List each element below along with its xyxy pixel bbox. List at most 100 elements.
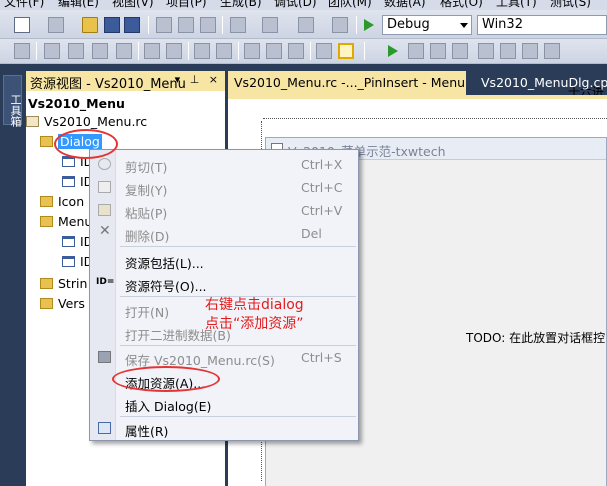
menu-edit[interactable]: 编辑(E) — [58, 0, 99, 10]
menu-item-cut[interactable]: 剪切(T) Ctrl+X — [91, 153, 357, 175]
menu-view[interactable]: 视图(V) — [112, 0, 154, 10]
menu-item-resource-includes[interactable]: 资源包括(L)... — [91, 249, 357, 271]
menu-build[interactable]: 生成(B) — [220, 0, 262, 10]
toolbar-separator — [36, 42, 37, 60]
menu-item-properties[interactable]: 属性(R) — [91, 417, 357, 439]
menu-separator — [120, 246, 356, 247]
resource-view-title: 资源视图 - Vs2010_Menu — [30, 77, 186, 92]
add-item-icon[interactable] — [48, 17, 64, 33]
menu-item-save[interactable]: 保存 Vs2010_Menu.rc(S) Ctrl+S — [91, 346, 357, 368]
space-across-icon[interactable] — [194, 43, 210, 59]
navigate-forward-icon[interactable] — [332, 17, 348, 33]
dialog-editor-toolbar: 十六进 — [0, 39, 607, 99]
folder-icon — [40, 196, 53, 207]
resource-file-icon — [26, 116, 39, 127]
restart-icon[interactable] — [452, 43, 468, 59]
redo-icon[interactable] — [262, 17, 278, 33]
folder-icon — [40, 216, 53, 227]
center-horizontal-icon[interactable] — [166, 43, 182, 59]
toolbar-separator — [364, 42, 365, 60]
toolbar-separator — [188, 42, 189, 60]
align-left-icon[interactable] — [44, 43, 60, 59]
navigate-backward-icon[interactable] — [298, 17, 314, 33]
menu-project[interactable]: 项目(P) — [166, 0, 207, 10]
step-over-icon[interactable] — [522, 43, 538, 59]
menu-data[interactable]: 数据(A) — [384, 0, 426, 10]
solution-platform-value: Win32 — [482, 17, 523, 32]
cut-icon[interactable] — [156, 17, 172, 33]
test-dialog-icon[interactable] — [14, 43, 30, 59]
menu-tools[interactable]: 工具(T) — [496, 0, 537, 10]
toolbar-separator — [222, 16, 223, 34]
copy-icon[interactable] — [178, 17, 194, 33]
new-project-icon[interactable] — [14, 17, 30, 33]
center-vertical-icon[interactable] — [144, 43, 160, 59]
toolbar-separator — [138, 42, 139, 60]
paste-icon — [98, 204, 111, 216]
toolbox-strip: 工具箱 — [0, 65, 25, 486]
step-out-icon[interactable] — [544, 43, 560, 59]
menu-file[interactable]: 文件(F) — [4, 0, 44, 10]
horizontal-ruler[interactable] — [263, 107, 607, 119]
stop-debugging-icon[interactable] — [430, 43, 446, 59]
highlight-oval-dialog — [54, 129, 118, 159]
toolbar-separator — [238, 42, 239, 60]
align-top-icon[interactable] — [92, 43, 108, 59]
menu-item-resource-symbols[interactable]: ID= 资源符号(O)... — [91, 272, 357, 294]
tab-menudlg-cpp[interactable]: Vs2010_MenuDlg.cpp — [475, 71, 607, 95]
scissors-icon — [98, 158, 111, 170]
menu-format[interactable]: 格式(O) — [440, 0, 483, 10]
annotation-note: 右键点击dialog 点击“添加资源” — [205, 296, 304, 334]
menu-item-insert-dialog[interactable]: 插入 Dialog(E) — [91, 392, 357, 414]
resource-symbols-icon: ID= — [96, 277, 115, 287]
menu-resource-icon — [62, 236, 75, 247]
delete-x-icon: ✕ — [99, 223, 111, 239]
todo-static-text[interactable]: TODO: 在此放置对话框控 — [466, 329, 605, 346]
align-bottom-icon[interactable] — [116, 43, 132, 59]
paste-icon[interactable] — [200, 17, 216, 33]
resource-view-title-bar: 资源视图 - Vs2010_Menu ▾ ⊥ × — [26, 71, 225, 92]
toolbar-separator — [310, 42, 311, 60]
annotation-line-2: 点击“添加资源” — [205, 316, 304, 332]
menu-test[interactable]: 测试(S) — [550, 0, 591, 10]
tab-menu-resource[interactable]: Vs2010_Menu.rc -..._PinInsert - Menu — [228, 71, 466, 95]
save-icon — [98, 351, 111, 363]
chevron-down-icon — [460, 23, 468, 28]
copy-icon — [98, 181, 111, 193]
toolbar-separator — [356, 16, 357, 34]
make-same-width-icon[interactable] — [244, 43, 260, 59]
annotation-line-1: 右键点击dialog — [205, 297, 304, 313]
solution-configuration-value: Debug — [387, 17, 430, 32]
menu-item-delete[interactable]: ✕ 删除(D) Del — [91, 222, 357, 244]
document-tabs: Vs2010_Menu.rc -..._PinInsert - Menu Vs2… — [228, 71, 607, 95]
tree-node-rc-file[interactable]: Vs2010_Menu.rc — [26, 113, 176, 131]
undo-icon[interactable] — [230, 17, 246, 33]
solution-platform-combo[interactable]: Win32 — [477, 15, 607, 35]
break-all-icon[interactable] — [408, 43, 424, 59]
toolbox-tab[interactable]: 工具箱 — [3, 75, 22, 127]
show-next-statement-icon[interactable] — [478, 43, 494, 59]
panel-window-buttons[interactable]: ▾ ⊥ × — [175, 73, 221, 86]
standard-toolbar: Debug Win32 — [0, 10, 607, 39]
space-down-icon[interactable] — [216, 43, 232, 59]
properties-icon — [98, 422, 111, 434]
menu-item-copy[interactable]: 复制(Y) Ctrl+C — [91, 176, 357, 198]
step-into-icon[interactable] — [500, 43, 516, 59]
solution-configuration-combo[interactable]: Debug — [382, 15, 472, 35]
make-same-size-icon[interactable] — [288, 43, 304, 59]
menu-debug[interactable]: 调试(D) — [274, 0, 317, 10]
continue-icon[interactable] — [388, 45, 398, 57]
highlight-oval-add-resource — [112, 366, 220, 392]
align-right-icon[interactable] — [68, 43, 84, 59]
open-folder-icon[interactable] — [82, 17, 98, 33]
toggle-guides-icon[interactable] — [338, 43, 354, 59]
make-same-height-icon[interactable] — [266, 43, 282, 59]
save-all-icon[interactable] — [124, 17, 140, 33]
context-menu: 剪切(T) Ctrl+X 复制(Y) Ctrl+C 粘贴(P) Ctrl+V ✕… — [89, 149, 359, 441]
menu-team[interactable]: 团队(M) — [328, 0, 372, 10]
toggle-grid-icon[interactable] — [316, 43, 332, 59]
start-debugging-icon[interactable] — [364, 19, 374, 31]
folder-icon — [40, 136, 53, 147]
save-icon[interactable] — [104, 17, 120, 33]
menu-item-paste[interactable]: 粘贴(P) Ctrl+V — [91, 199, 357, 221]
